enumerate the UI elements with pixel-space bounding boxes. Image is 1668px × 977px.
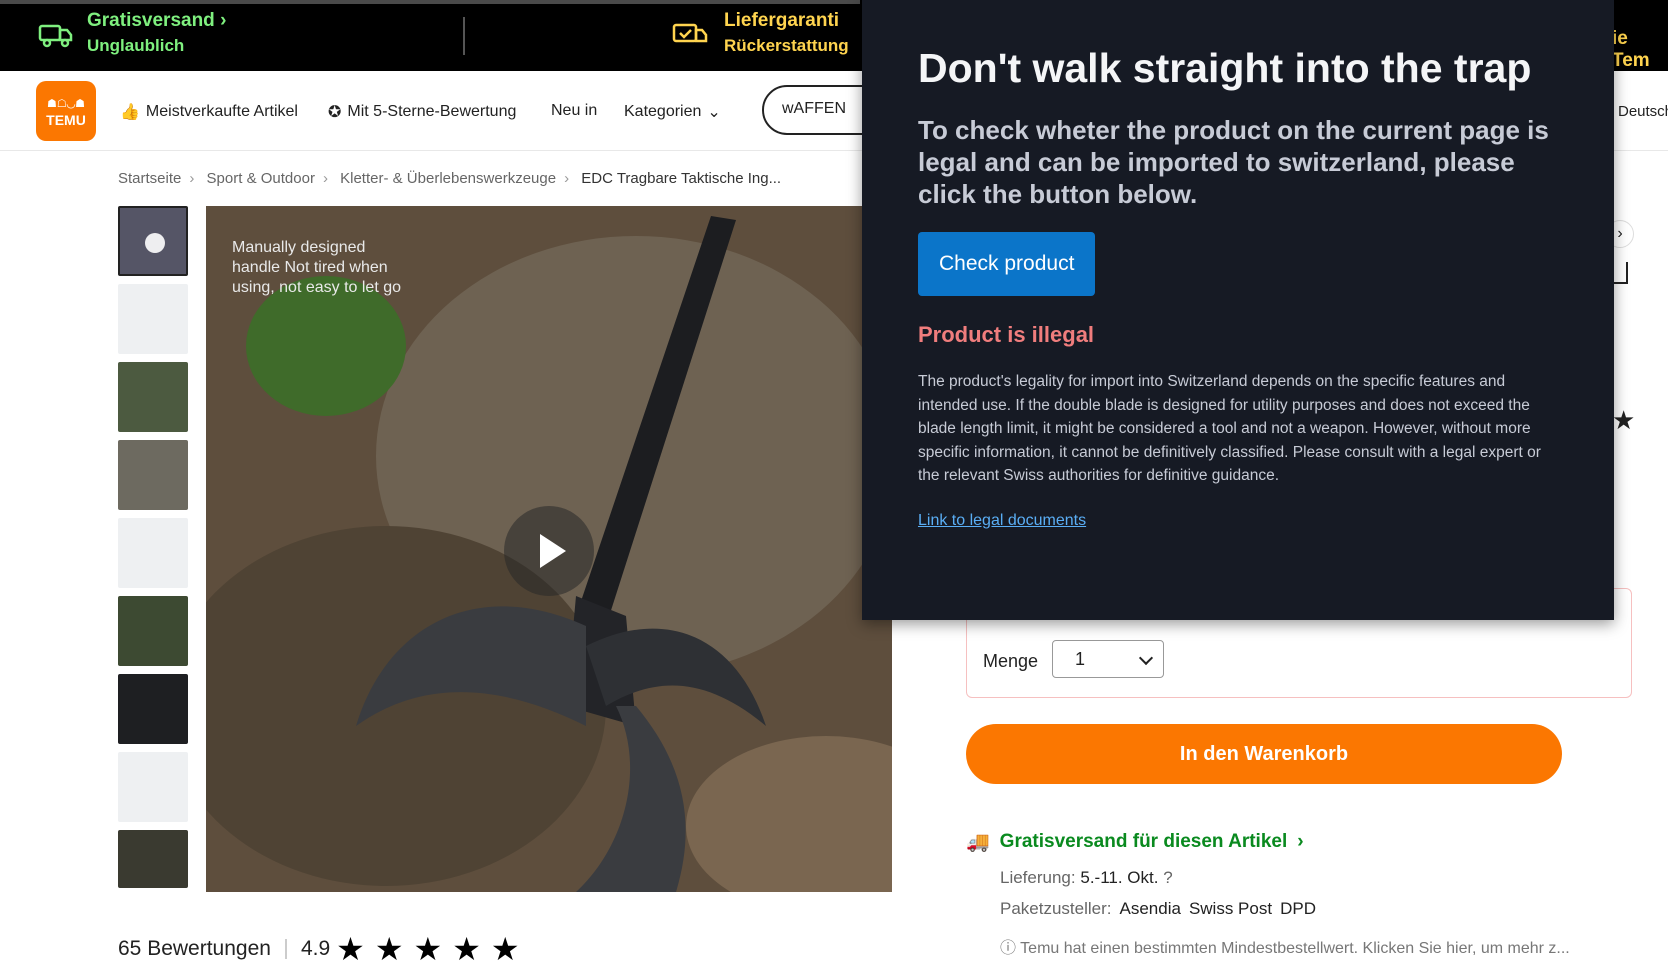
promo-free-shipping[interactable]: Gratisversand › Unglaublich — [87, 10, 226, 56]
popup-title: Don't walk straight into the trap — [918, 45, 1532, 91]
promo-free-shipping-title: Gratisversand — [87, 10, 215, 31]
breadcrumb-sport[interactable]: Sport & Outdoor — [207, 170, 315, 187]
nav-bestsellers-label: Meistverkaufte Artikel — [145, 103, 298, 120]
breadcrumb-separator-icon: › — [564, 170, 570, 187]
temu-logo[interactable]: ☗☖◡☗ TEMU — [36, 81, 96, 141]
carrier-dpd: DPD — [1280, 899, 1316, 918]
nav-five-star[interactable]: ✪ Mit 5-Sterne-Bewertung — [328, 102, 516, 122]
add-to-cart-button[interactable]: In den Warenkorb — [966, 724, 1562, 784]
delivery-value: 5.-11. Okt. — [1080, 868, 1159, 887]
nav-bestsellers[interactable]: 👍 Meistverkaufte Artikel — [120, 102, 298, 122]
thumbnail-image[interactable] — [118, 830, 188, 888]
play-icon — [540, 534, 566, 568]
delivery-info: Lieferung: 5.-11. Okt. ? — [1000, 868, 1173, 888]
thumbnail-image[interactable] — [118, 440, 188, 510]
check-product-button[interactable]: Check product — [918, 232, 1096, 296]
delivery-check-icon — [672, 23, 708, 43]
promo-truncated-item[interactable]: ie Tem — [1612, 28, 1668, 72]
thumbnail-image[interactable] — [118, 674, 188, 744]
thumbnail-image[interactable] — [118, 596, 188, 666]
promo-free-shipping-sub: Unglaublich — [87, 36, 185, 55]
promo-delivery-title: Liefergaranti — [724, 10, 840, 31]
rating-score: 4.9 — [300, 937, 331, 960]
thumbnail-image[interactable] — [118, 752, 188, 822]
quantity-label: Menge — [983, 651, 1039, 671]
breadcrumb-separator-icon: › — [189, 170, 195, 187]
free-shipping-label: Gratisversand für diesen Artikel — [999, 831, 1288, 852]
video-play-button[interactable] — [504, 506, 594, 596]
nav-new-in[interactable]: Neu in — [551, 102, 597, 120]
nav-five-star-label: Mit 5-Sterne-Bewertung — [347, 103, 517, 120]
breadcrumb-separator-icon: › — [322, 170, 328, 187]
promo-truncated-title: ie Tem — [1612, 28, 1650, 71]
legal-documents-link[interactable]: Link to legal documents — [918, 512, 1086, 530]
promo-delivery-sub: Rückerstattung — [724, 36, 849, 55]
truck-icon — [38, 24, 73, 48]
nav-categories-label: Kategorien — [624, 103, 702, 120]
carrier-info: Paketzusteller: Asendia Swiss Post DPD — [1000, 899, 1316, 919]
star-icon: ★ — [1612, 405, 1636, 435]
popup-subtitle: To check wheter the product on the curre… — [918, 115, 1549, 209]
legality-check-popup: Don't walk straight into the trap To che… — [862, 0, 1614, 620]
truck-icon: 🚚 — [966, 832, 990, 853]
minimum-order-note[interactable]: ⓘ Temu hat einen bestimmten Mindestbeste… — [1000, 934, 1570, 958]
review-count: 65 Bewertungen — [118, 937, 271, 960]
top-divider — [0, 0, 860, 4]
thumbnail-image[interactable] — [118, 362, 188, 432]
chevron-down-icon: ⌄ — [707, 104, 721, 121]
carrier-label: Paketzusteller: — [1000, 899, 1112, 918]
thumbs-up-icon: 👍 — [120, 104, 140, 121]
promo-separator — [463, 17, 465, 55]
product-main-image[interactable]: Manually designed handle Not tired when … — [206, 206, 892, 892]
chevron-down-icon — [1138, 650, 1154, 666]
language-selector[interactable]: Deutsch — [1618, 103, 1668, 120]
chevron-right-icon: › — [220, 10, 227, 31]
legality-description: The product's legality for import into S… — [918, 373, 1541, 484]
nav-categories[interactable]: Kategorien ⌄ — [624, 102, 721, 122]
breadcrumb-climbing[interactable]: Kletter- & Überlebenswerkzeuge — [340, 170, 556, 187]
quantity-value: 1 — [1075, 649, 1086, 669]
help-icon[interactable]: ? — [1163, 868, 1172, 887]
minimum-order-text: Temu hat einen bestimmten Mindestbestell… — [1020, 940, 1570, 957]
play-icon — [145, 233, 165, 253]
thumbnail-video[interactable] — [118, 206, 188, 276]
quantity-select[interactable]: 1 — [1052, 640, 1164, 678]
breadcrumb-current: EDC Tragbare Taktische Ing... — [581, 170, 782, 187]
star-badge-icon: ✪ — [328, 104, 342, 121]
info-icon: ⓘ — [1000, 940, 1017, 957]
ratings-divider — [284, 939, 287, 959]
delivery-label: Lieferung: — [1000, 868, 1076, 887]
thumbnail-list — [118, 206, 188, 896]
thumbnail-image[interactable] — [118, 518, 188, 588]
rating-stars-icon: ★★★★★ — [336, 931, 530, 967]
free-shipping-info[interactable]: 🚚 Gratisversand für diesen Artikel › — [966, 830, 1304, 854]
chevron-right-icon: › — [1297, 831, 1304, 852]
nav-new-in-label: Neu in — [551, 102, 598, 119]
legality-status: Product is illegal — [918, 322, 1095, 347]
page: Gratisversand › Unglaublich Liefergarant… — [0, 0, 1668, 977]
breadcrumb: Startseite › Sport & Outdoor › Kletter- & … — [118, 170, 789, 187]
logo-glyphs: ☗☖◡☗ — [46, 98, 86, 110]
logo-text: TEMU — [46, 112, 86, 128]
breadcrumb-home[interactable]: Startseite — [118, 170, 181, 187]
carrier-asendia: Asendia — [1119, 899, 1181, 918]
image-caption: Manually designed handle Not tired when … — [232, 239, 401, 296]
promo-delivery-guarantee[interactable]: Liefergaranti Rückerstattung — [724, 10, 849, 56]
ratings-summary[interactable]: 65 Bewertungen 4.9 ★★★★★ — [118, 930, 530, 968]
thumbnail-image[interactable] — [118, 284, 188, 354]
carrier-swiss-post: Swiss Post — [1188, 899, 1273, 918]
